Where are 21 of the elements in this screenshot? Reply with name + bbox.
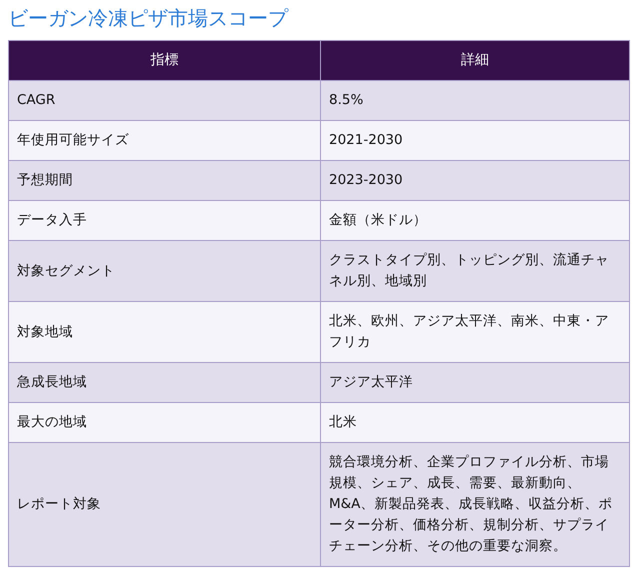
table-cell: 最大の地域 bbox=[8, 402, 320, 442]
column-header: 詳細 bbox=[320, 40, 630, 80]
table-cell: 年使用可能サイズ bbox=[8, 120, 320, 160]
table-cell: 対象地域 bbox=[8, 302, 320, 362]
table-cell: 2021-2030 bbox=[320, 120, 630, 160]
column-header: 指標 bbox=[8, 40, 320, 80]
table-cell: データ入手 bbox=[8, 200, 320, 240]
table-cell: 北米、欧州、アジア太平洋、南米、中東・アフリカ bbox=[320, 302, 630, 362]
table-cell: 対象セグメント bbox=[8, 240, 320, 302]
table-cell: 急成長地域 bbox=[8, 362, 320, 402]
table-cell: 金額（米ドル） bbox=[320, 200, 630, 240]
page-title: ビーガン冷凍ピザ市場スコープ bbox=[8, 5, 290, 32]
table-cell: アジア太平洋 bbox=[320, 362, 630, 402]
table-cell: 北米 bbox=[320, 402, 630, 442]
table-cell: クラストタイプ別、トッピング別、流通チャネル別、地域別 bbox=[320, 240, 630, 302]
table-cell: 8.5% bbox=[320, 80, 630, 120]
table-cell: 予想期間 bbox=[8, 160, 320, 200]
table-cell: 競合環境分析、企業プロファイル分析、市場規模、シェア、成長、需要、最新動向、M&A、新製品発表、成長戦略、収益分析、ポーター分析、価格分析、規制分析、サプライチェーン分析、その他の重要な洞察。 bbox=[320, 442, 630, 566]
table-cell: 2023-2030 bbox=[320, 160, 630, 200]
table-cell: レポート対象 bbox=[8, 442, 320, 566]
table-cell: CAGR bbox=[8, 80, 320, 120]
